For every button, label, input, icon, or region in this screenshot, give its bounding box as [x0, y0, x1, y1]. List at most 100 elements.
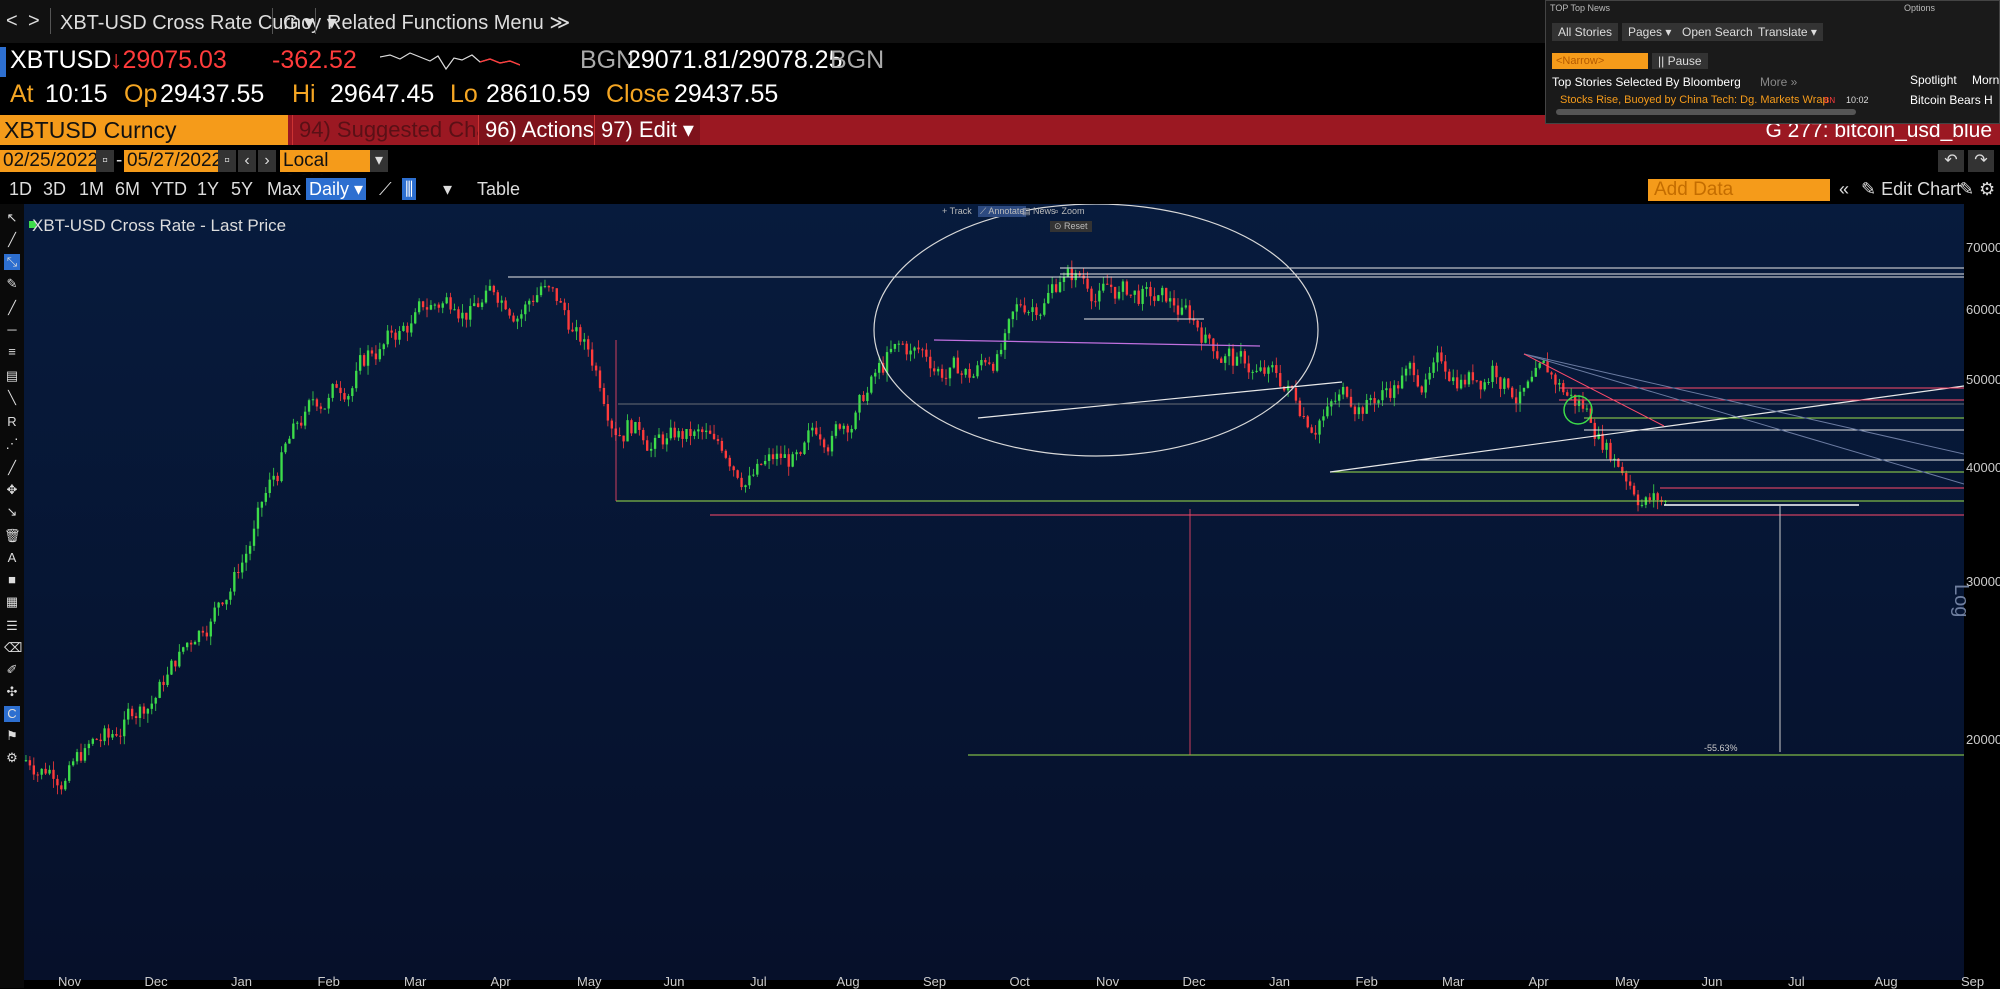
gear-icon[interactable]: ⚙ [1976, 178, 1998, 200]
chevron-down-icon[interactable]: ▾ [370, 150, 388, 172]
horizontal-line-icon[interactable]: ─ [4, 322, 20, 338]
narrow-input[interactable]: <Narrow> [1552, 53, 1648, 69]
chevron-left-icon[interactable]: ‹ [238, 150, 256, 172]
line-chart-icon[interactable]: ⟋ [376, 178, 395, 200]
candle-body [276, 475, 279, 482]
security-name[interactable]: XBTUSD Curncy [0, 115, 288, 145]
measure-icon[interactable]: ╱ [4, 460, 20, 476]
candle-body [115, 734, 118, 736]
r-tool-icon[interactable]: R [4, 414, 20, 430]
candle-body [1247, 363, 1250, 373]
x-tick: Mar [404, 974, 427, 989]
table-button[interactable]: Table [474, 178, 523, 200]
chart-area[interactable]: -55.63% [24, 204, 1964, 980]
open-search-button[interactable]: Open Search [1676, 23, 1759, 41]
crosshair-icon[interactable]: ✣ [4, 684, 20, 700]
morning-tab[interactable]: Morni [1972, 73, 2000, 87]
calendar-icon[interactable]: ▫ [96, 150, 114, 172]
chevron-down-icon[interactable]: ▾ [440, 178, 455, 200]
price-chart[interactable]: -55.63% [24, 204, 1964, 980]
start-date-field[interactable]: 02/25/2022 [0, 150, 102, 172]
edit-chart-button[interactable]: ✎ Edit Chart [1858, 178, 1964, 200]
all-stories-tab[interactable]: All Stories [1552, 23, 1619, 41]
range-1m-button[interactable]: 1M [76, 178, 107, 200]
channel-icon[interactable]: ≡ [4, 344, 20, 360]
news-button[interactable]: ▤ News [1022, 206, 1056, 217]
trend-line[interactable] [933, 339, 1261, 347]
news-headline[interactable]: Stocks Rise, Buoyed by China Tech: Dg. M… [1560, 94, 1829, 106]
redo-icon[interactable]: ↷ [1968, 150, 1994, 172]
undo-icon[interactable]: ↶ [1938, 150, 1964, 172]
ray-icon[interactable]: ╱ [4, 300, 20, 316]
fan-icon[interactable]: ⋰ [4, 436, 20, 452]
candle-body [693, 431, 696, 437]
downtrend-line[interactable] [1523, 353, 1665, 427]
trend-line[interactable] [977, 381, 1343, 419]
g-menu[interactable]: G ▾ [283, 10, 314, 35]
back-button[interactable]: < [6, 10, 18, 33]
reset-button[interactable]: ⊙ Reset [1050, 221, 1092, 232]
news-more-link[interactable]: More » [1760, 75, 1797, 89]
range-1d-button[interactable]: 1D [6, 178, 35, 200]
text-icon[interactable]: A [4, 550, 20, 566]
x-tick: Jan [1269, 974, 1290, 989]
highlight-ellipse[interactable] [873, 204, 1319, 457]
brush-icon[interactable]: ╲ [4, 390, 20, 406]
news-options[interactable]: Options [1904, 3, 1935, 13]
pointer-icon[interactable]: ↖ [4, 210, 20, 226]
flag-icon[interactable]: ⚑ [4, 728, 20, 744]
candle-body [229, 591, 232, 600]
collapse-icon[interactable]: « [1836, 178, 1852, 200]
candle-body [221, 602, 224, 605]
magnet-icon[interactable]: C [4, 706, 20, 722]
pause-button[interactable]: || Pause [1652, 53, 1708, 69]
candle-body [252, 528, 256, 546]
stack-icon[interactable]: ▦ [4, 594, 20, 610]
range-max-button[interactable]: Max [264, 178, 304, 200]
uptrend-line[interactable] [1329, 385, 1964, 473]
range-ytd-button[interactable]: YTD [148, 178, 190, 200]
measure-label: -55.63% [1704, 743, 1738, 753]
line-tool-icon[interactable]: ╱ [4, 232, 20, 248]
zoom-button[interactable]: ⌕ Zoom [1054, 206, 1085, 217]
x-tick: Feb [317, 974, 340, 989]
fibonacci-icon[interactable]: ▤ [4, 368, 20, 384]
paint-icon[interactable]: ✐ [4, 662, 20, 678]
candle-body [909, 350, 912, 355]
track-button[interactable]: + Track [942, 206, 972, 216]
range-1y-button[interactable]: 1Y [194, 178, 222, 200]
candle-body [720, 440, 724, 451]
currency-select[interactable]: Local CCY [280, 150, 372, 193]
eraser-icon[interactable]: ⌫ [4, 640, 22, 656]
candle-body [441, 303, 444, 308]
list-icon[interactable]: ☰ [4, 618, 20, 634]
candle-body [803, 442, 806, 454]
spotlight-tab[interactable]: Spotlight [1910, 73, 1957, 87]
candle-body [1298, 400, 1302, 417]
move-icon[interactable]: ✥ [4, 482, 20, 498]
trend-tool-icon[interactable]: ⤡ [4, 254, 20, 270]
end-date-field[interactable]: 05/27/2022 [124, 150, 226, 172]
frequency-select[interactable]: Daily ▾ [306, 178, 367, 200]
related-functions-menu[interactable]: Related Functions Menu ≫ [327, 10, 570, 35]
rectangle-icon[interactable]: ■ [4, 572, 20, 588]
forward-button[interactable]: > [28, 10, 40, 33]
news-headline-2[interactable]: Bitcoin Bears H [1910, 93, 1993, 107]
range-3d-button[interactable]: 3D [40, 178, 69, 200]
candlestick-icon[interactable]: ⫼ [402, 178, 417, 200]
cursor-icon[interactable]: ↘ [4, 504, 20, 520]
news-scrollbar[interactable] [1556, 109, 1856, 115]
range-6m-button[interactable]: 6M [112, 178, 143, 200]
range-5y-button[interactable]: 5Y [228, 178, 256, 200]
trash-icon[interactable]: 🗑 [4, 528, 21, 544]
add-data-input[interactable]: Add Data [1648, 179, 1830, 201]
edit-menu[interactable]: 97) Edit ▾ [594, 115, 700, 145]
pencil-icon[interactable]: ✎ [1956, 178, 1977, 200]
translate-menu[interactable]: Translate ▾ [1752, 23, 1823, 41]
pages-menu[interactable]: Pages ▾ [1622, 23, 1678, 41]
pen-icon[interactable]: ✎ [4, 276, 20, 292]
annotate-button[interactable]: ⟋ Annotate [978, 206, 1027, 217]
calendar-icon[interactable]: ▫ [218, 150, 236, 172]
gear-icon[interactable]: ⚙ [4, 750, 20, 766]
chevron-right-icon[interactable]: › [258, 150, 276, 172]
